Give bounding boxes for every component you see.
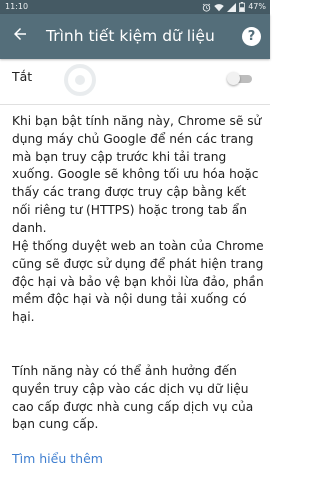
- data-saver-switch[interactable]: [227, 72, 254, 85]
- battery-icon: [239, 2, 246, 12]
- status-time: 11:10: [5, 2, 29, 11]
- alarm-icon: [202, 3, 211, 12]
- data-saver-toggle-row[interactable]: Tắt: [0, 59, 270, 97]
- switch-thumb: [227, 72, 240, 85]
- back-button[interactable]: [6, 22, 34, 50]
- status-bar: 11:10 47%: [0, 0, 270, 14]
- cellular-signal-icon: [227, 2, 237, 12]
- status-icons: 47%: [202, 0, 266, 14]
- description-paragraph-3: Tính năng này có thể ảnh hưởng đến quyền…: [12, 364, 254, 432]
- description-paragraph-1: Khi bạn bật tính năng này, Chrome sẽ sử …: [12, 114, 262, 235]
- battery-percent: 47%: [248, 2, 266, 11]
- help-button[interactable]: ?: [242, 27, 261, 46]
- wifi-icon: [214, 3, 224, 12]
- description-paragraph-2: Hệ thống duyệt web an toàn của Chrome cũ…: [12, 239, 264, 325]
- app-bar: Trình tiết kiệm dữ liệu ?: [0, 14, 270, 59]
- divider: [0, 104, 270, 105]
- page-title: Trình tiết kiệm dữ liệu: [46, 27, 215, 45]
- toggle-state-label: Tắt: [12, 69, 33, 84]
- arrow-back-icon: [11, 25, 29, 47]
- learn-more-link[interactable]: Tìm hiểu thêm: [12, 451, 103, 466]
